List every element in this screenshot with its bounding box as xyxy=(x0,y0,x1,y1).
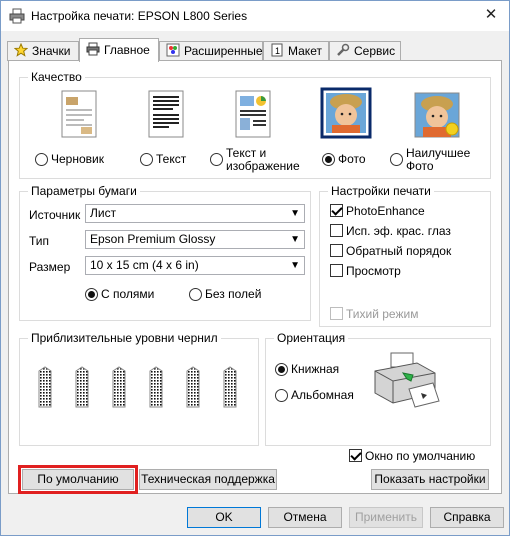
window-title: Настройка печати: EPSON L800 Series xyxy=(31,9,248,23)
tab-label: Сервис xyxy=(354,44,396,58)
checkbox-box xyxy=(349,449,362,462)
tab-main[interactable]: Главное xyxy=(79,38,159,62)
quality-group-label: Качество xyxy=(28,70,85,84)
draft-quality-icon xyxy=(61,90,97,138)
radio-dot xyxy=(189,288,202,301)
printer-orientation-icon xyxy=(374,352,440,408)
tab-layout[interactable]: 1 Макет xyxy=(263,41,329,61)
ink-tank-icon xyxy=(75,366,89,408)
cancel-button[interactable]: Отмена xyxy=(268,507,342,528)
radio-dot xyxy=(322,153,335,166)
radio-dot xyxy=(210,153,223,166)
tab-service[interactable]: Сервис xyxy=(329,41,401,61)
quiet-mode-checkbox[interactable]: Тихий режим xyxy=(330,307,418,321)
borderless-radio[interactable]: Без полей xyxy=(189,288,261,302)
radio-dot xyxy=(275,363,288,376)
checkbox-box xyxy=(330,264,343,277)
svg-text:1: 1 xyxy=(275,46,280,56)
ink-tank-icon xyxy=(223,366,237,408)
printer-icon xyxy=(9,8,25,24)
ink-tank-icon xyxy=(112,366,126,408)
tab-label: Главное xyxy=(104,43,150,57)
tab-label: Макет xyxy=(288,44,322,58)
radio-dot xyxy=(390,153,403,166)
ink-tank-icon xyxy=(149,366,163,408)
portrait-radio[interactable]: Книжная xyxy=(275,363,339,377)
tab-label: Расширенные xyxy=(184,44,263,58)
show-settings-button[interactable]: Показать настройки xyxy=(371,469,489,490)
source-select[interactable]: Лист ▼ xyxy=(85,204,305,223)
chevron-down-icon: ▼ xyxy=(290,234,300,245)
type-label: Тип xyxy=(29,234,50,248)
printer-icon xyxy=(86,42,100,56)
checkbox-box xyxy=(330,244,343,257)
checkbox-box xyxy=(330,224,343,237)
radio-dot xyxy=(140,153,153,166)
type-select[interactable]: Epson Premium Glossy ▼ xyxy=(85,230,305,249)
ink-tank-icon xyxy=(186,366,200,408)
quality-text-image-radio[interactable]: Текст и изображение xyxy=(210,147,300,173)
title-bar: Настройка печати: EPSON L800 Series ✕ xyxy=(1,1,509,31)
preview-checkbox[interactable]: Просмотр xyxy=(330,264,401,278)
star-icon xyxy=(14,43,28,57)
paper-group-label: Параметры бумаги xyxy=(28,184,140,198)
reverse-order-checkbox[interactable]: Обратный порядок xyxy=(330,244,451,258)
tab-advanced[interactable]: Расширенные xyxy=(159,41,263,61)
ink-levels-group-label: Приблизительные уровни чернил xyxy=(28,331,221,345)
tab-label: Значки xyxy=(32,44,71,58)
checkbox-box xyxy=(330,307,343,320)
ok-button[interactable]: OK xyxy=(187,507,261,528)
text-image-quality-icon xyxy=(235,90,271,138)
text-quality-icon xyxy=(148,90,184,138)
palette-icon xyxy=(166,43,180,57)
size-select[interactable]: 10 x 15 cm (4 x 6 in) ▼ xyxy=(85,256,305,275)
photo-quality-icon xyxy=(320,87,372,139)
quality-draft-radio[interactable]: Черновик xyxy=(35,153,104,167)
checkbox-box xyxy=(330,204,343,217)
radio-dot xyxy=(275,389,288,402)
size-label: Размер xyxy=(29,260,71,274)
close-button[interactable]: ✕ xyxy=(477,3,505,27)
print-settings-group-label: Настройки печати xyxy=(328,184,434,198)
best-photo-quality-icon xyxy=(414,92,460,138)
help-button[interactable]: Справка xyxy=(430,507,504,528)
quality-text-radio[interactable]: Текст xyxy=(140,153,186,167)
main-tab-panel: Качество Черновик Текст Текст и изображе… xyxy=(8,60,502,494)
source-label: Источник xyxy=(29,208,81,222)
print-settings-window: Настройка печати: EPSON L800 Series ✕ Зн… xyxy=(0,0,510,536)
show-default-checkbox[interactable]: Окно по умолчанию xyxy=(349,449,475,463)
orientation-group-label: Ориентация xyxy=(274,331,349,345)
redeye-checkbox[interactable]: Исп. эф. крас. глаз xyxy=(330,224,451,238)
chevron-down-icon: ▼ xyxy=(290,260,300,271)
support-button[interactable]: Техническая поддержка xyxy=(139,469,277,490)
landscape-radio[interactable]: Альбомная xyxy=(275,389,354,403)
photoenhance-checkbox[interactable]: PhotoEnhance xyxy=(330,204,425,218)
radio-dot xyxy=(85,288,98,301)
wrench-icon xyxy=(337,43,350,56)
ink-tank-icon xyxy=(38,366,52,408)
page-layout-icon: 1 xyxy=(271,43,283,57)
highlight-box xyxy=(18,465,138,494)
tab-icons[interactable]: Значки xyxy=(7,41,79,61)
quality-best-photo-radio[interactable]: Наилучшее Фото xyxy=(390,147,470,173)
quality-photo-radio[interactable]: Фото xyxy=(322,153,366,167)
apply-button[interactable]: Применить xyxy=(349,507,423,528)
radio-dot xyxy=(35,153,48,166)
with-margins-radio[interactable]: С полями xyxy=(85,288,154,302)
chevron-down-icon: ▼ xyxy=(290,208,300,219)
